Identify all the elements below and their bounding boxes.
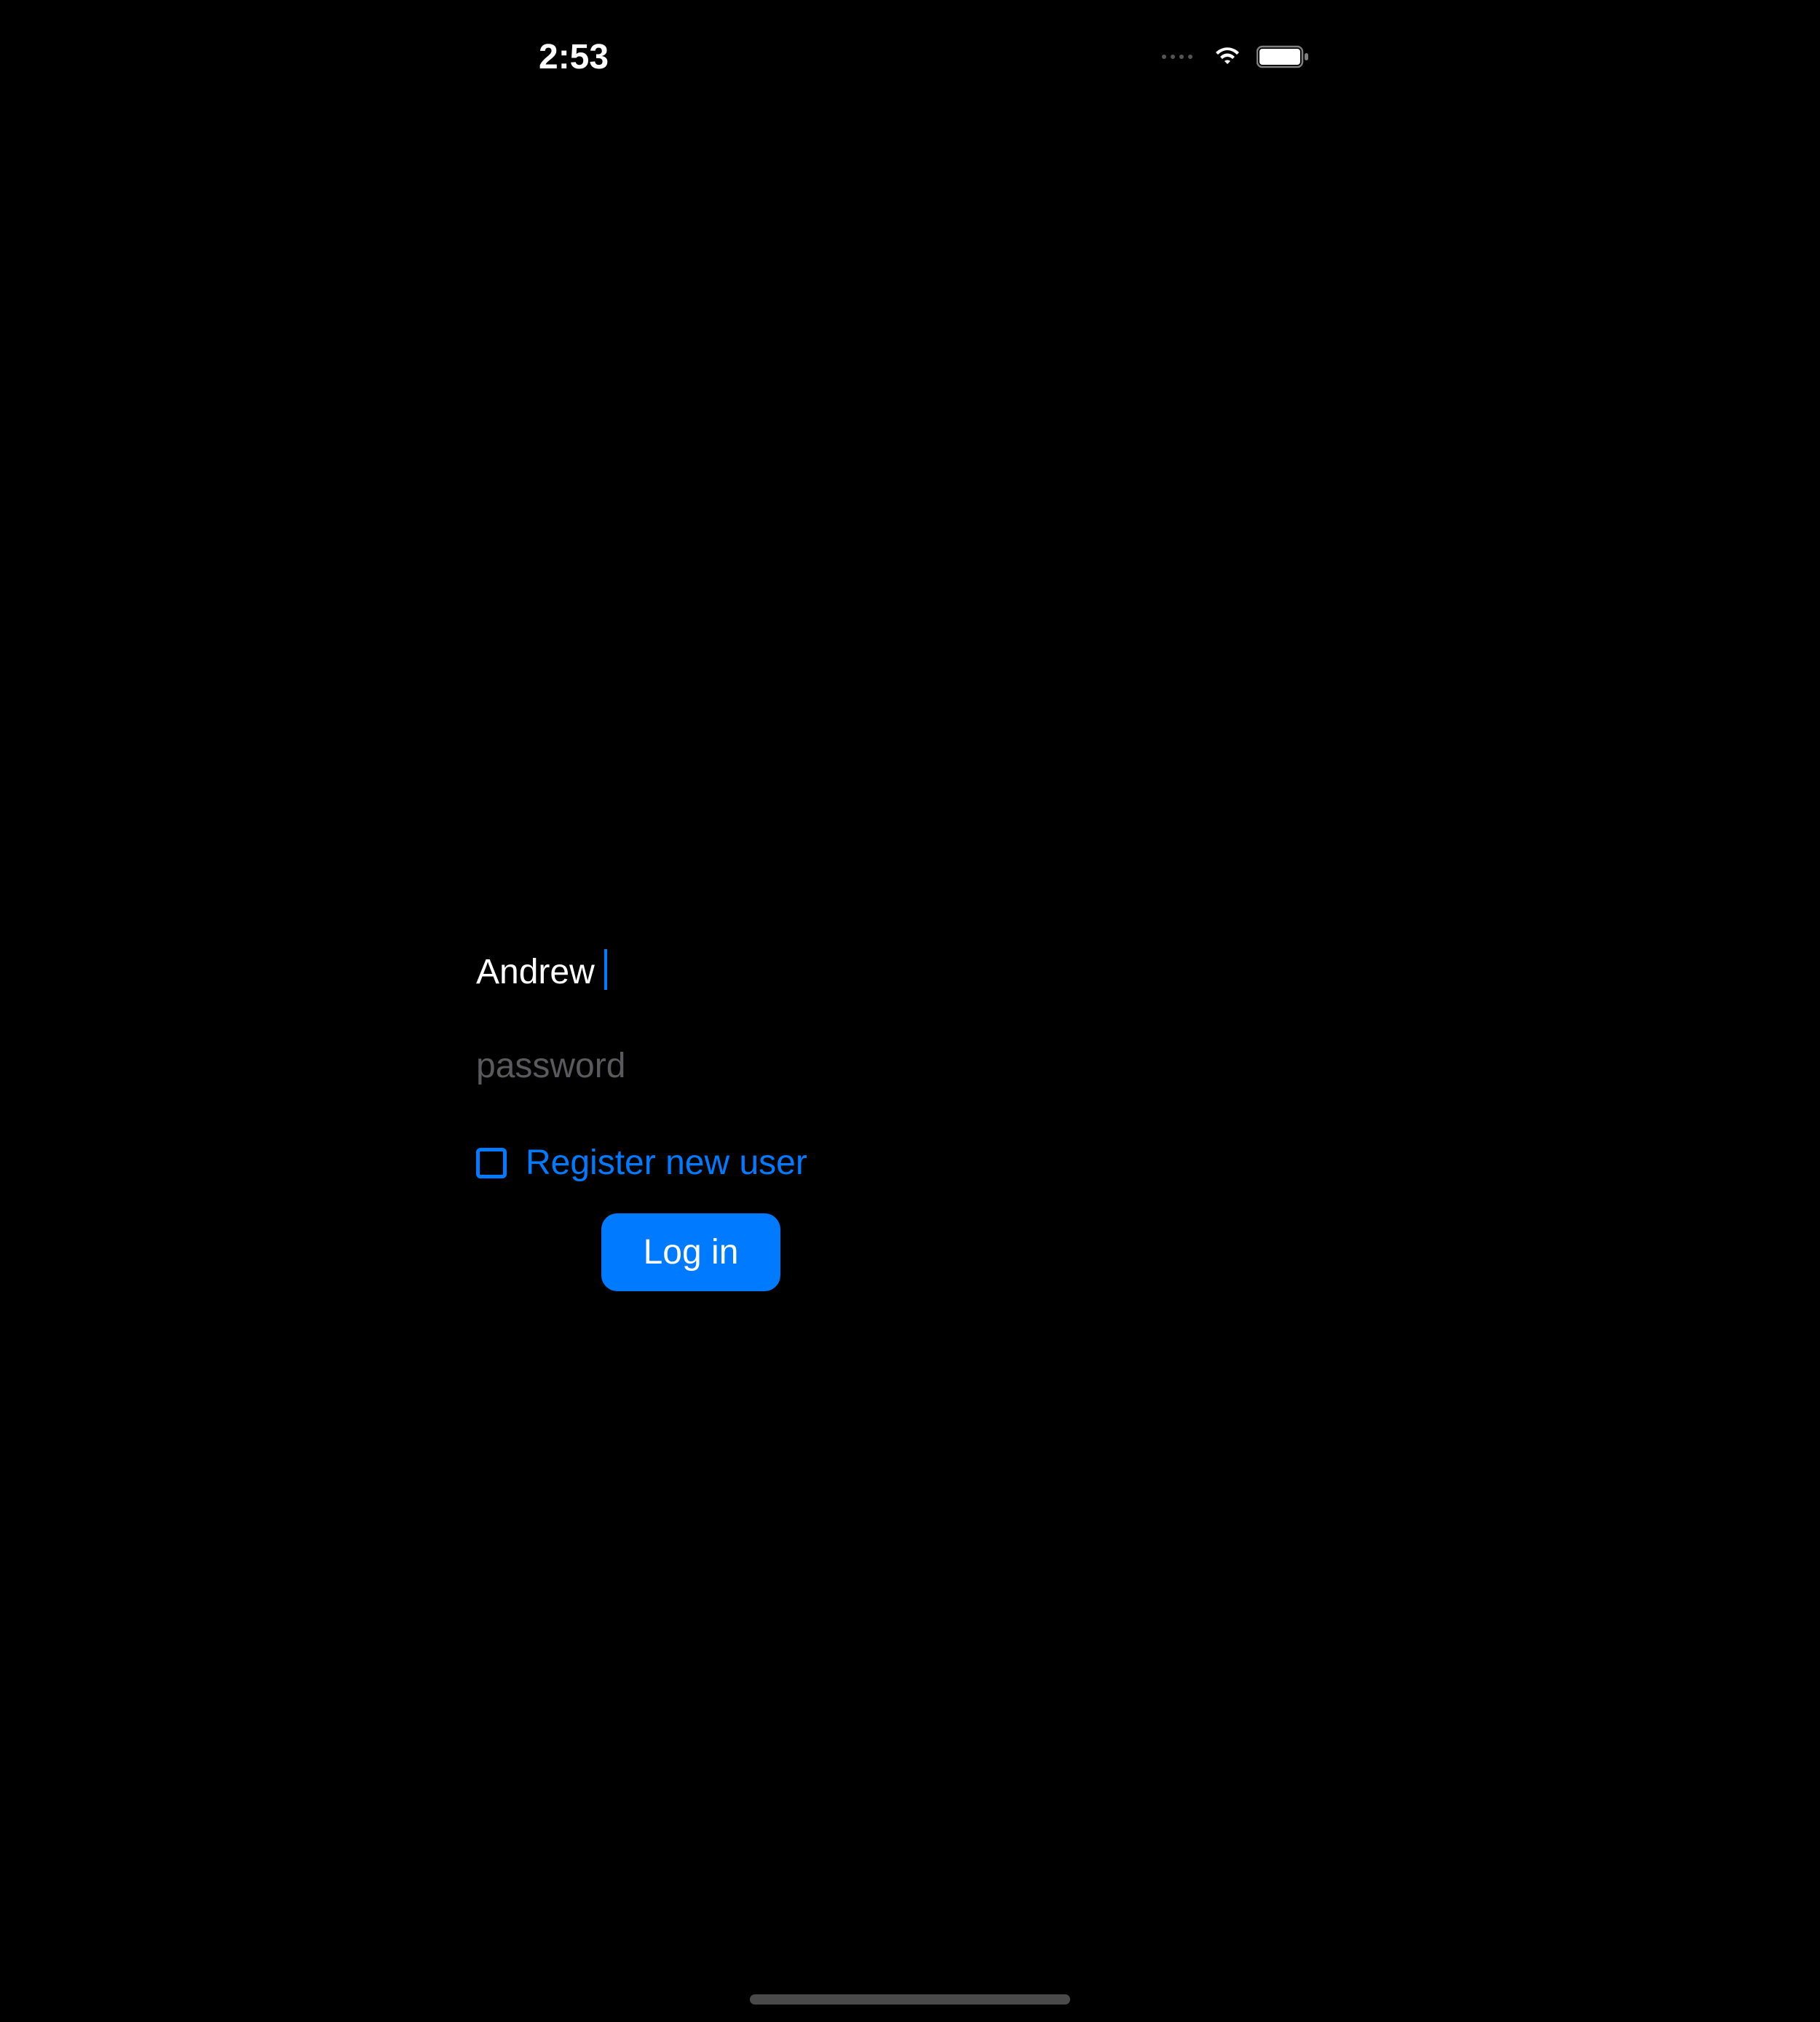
wifi-icon: [1211, 45, 1243, 68]
login-form: Register new user Log in: [476, 946, 913, 1291]
cellular-dots-icon: [1162, 55, 1192, 59]
status-time: 2:53: [539, 37, 609, 77]
login-button[interactable]: Log in: [601, 1213, 781, 1291]
battery-icon: [1257, 44, 1310, 69]
status-right-icons: [1162, 44, 1310, 69]
register-label: Register new user: [526, 1143, 807, 1183]
register-row[interactable]: Register new user: [476, 1143, 913, 1183]
text-cursor: [604, 949, 607, 990]
status-bar: 2:53: [0, 35, 1820, 79]
password-input[interactable]: [476, 1040, 913, 1092]
register-checkbox[interactable]: [476, 1148, 507, 1178]
home-indicator[interactable]: [750, 1994, 1070, 2005]
username-input[interactable]: [476, 946, 913, 998]
